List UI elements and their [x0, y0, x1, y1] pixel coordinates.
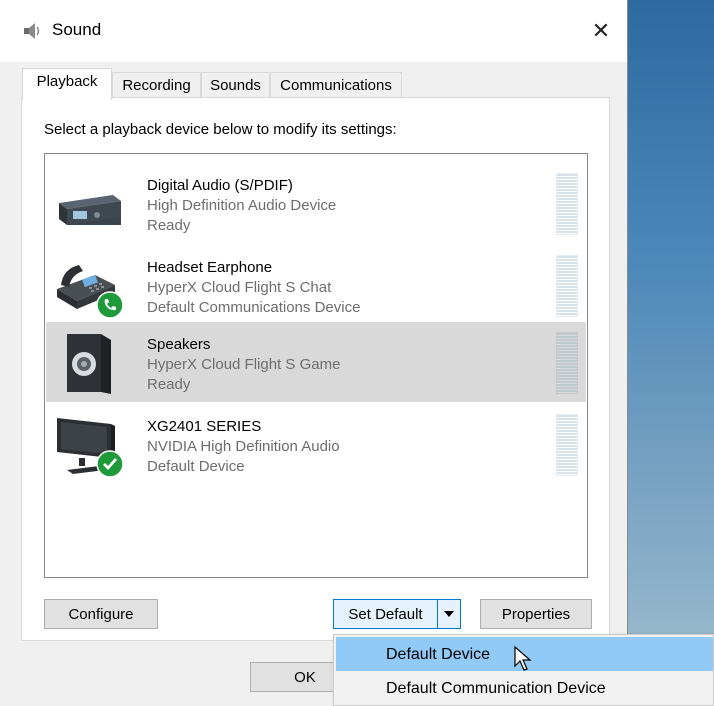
- caret-down-icon: [444, 611, 454, 617]
- menu-item-label: Default Device: [386, 646, 491, 663]
- tab-sounds[interactable]: Sounds: [201, 72, 270, 99]
- close-icon: ✕: [591, 18, 611, 43]
- list-item-headset-earphone[interactable]: Headset Earphone HyperX Cloud Flight S C…: [46, 245, 586, 325]
- phone-badge-icon: [96, 291, 124, 319]
- device-description: HyperX Cloud Flight S Chat: [147, 279, 332, 296]
- device-description: HyperX Cloud Flight S Game: [147, 356, 341, 373]
- device-name: Speakers: [147, 336, 211, 353]
- list-item-speakers[interactable]: Speakers HyperX Cloud Flight S Game Read…: [46, 322, 586, 402]
- instructions-text: Select a playback device below to modify…: [44, 121, 397, 138]
- mouse-pointer-icon: [514, 646, 532, 671]
- title-bar: Sound ✕: [0, 0, 627, 62]
- device-status: Ready: [147, 376, 191, 393]
- set-default-label: Set Default: [348, 605, 423, 623]
- set-default-split-button[interactable]: Set Default: [333, 599, 461, 629]
- volume-level-meter: [556, 414, 578, 476]
- speaker-icon: [67, 334, 111, 394]
- device-list[interactable]: Digital Audio (S/PDIF) High Definition A…: [44, 153, 588, 578]
- configure-button[interactable]: Configure: [44, 599, 158, 629]
- properties-button-label: Properties: [501, 605, 571, 623]
- device-status: Ready: [147, 217, 191, 234]
- set-default-dropdown-arrow[interactable]: [438, 600, 460, 628]
- device-status: Default Device: [147, 458, 245, 475]
- device-name: XG2401 SERIES: [147, 418, 262, 435]
- window-title: Sound: [52, 20, 102, 39]
- tab-recording[interactable]: Recording: [112, 72, 201, 99]
- tab-label: Recording: [122, 77, 191, 94]
- volume-level-meter: [556, 255, 578, 317]
- configure-button-label: Configure: [68, 605, 134, 623]
- desktop-background: [628, 0, 714, 706]
- sound-dialog: Sound ✕ Playback Recording Sounds Commun…: [0, 0, 628, 706]
- tab-label: Sounds: [210, 77, 261, 94]
- device-name: Headset Earphone: [147, 259, 273, 276]
- tab-playback[interactable]: Playback: [22, 68, 112, 100]
- list-item-xg2401[interactable]: XG2401 SERIES NVIDIA High Definition Aud…: [46, 404, 586, 484]
- checkmark-badge-icon: [96, 450, 124, 478]
- device-description: High Definition Audio Device: [147, 197, 337, 214]
- tab-communications[interactable]: Communications: [270, 72, 402, 99]
- menu-item-default-communication-device[interactable]: Default Communication Device: [336, 671, 713, 705]
- volume-level-meter: [556, 173, 578, 235]
- tab-label: Communications: [280, 77, 392, 94]
- ok-button-label: OK: [294, 668, 316, 686]
- menu-item-label: Default Communication Device: [386, 680, 606, 697]
- set-default-button[interactable]: Set Default: [334, 600, 438, 628]
- digital-audio-receiver-icon: [59, 195, 121, 225]
- volume-level-meter: [556, 332, 578, 394]
- playback-panel: Select a playback device below to modify…: [21, 97, 610, 641]
- device-status: Default Communications Device: [147, 299, 361, 316]
- device-description: NVIDIA High Definition Audio: [147, 438, 340, 455]
- list-item-digital-audio[interactable]: Digital Audio (S/PDIF) High Definition A…: [46, 163, 586, 243]
- tab-label: Playback: [36, 73, 98, 90]
- properties-button[interactable]: Properties: [480, 599, 592, 629]
- device-name: Digital Audio (S/PDIF): [147, 177, 293, 194]
- close-button[interactable]: ✕: [584, 14, 618, 48]
- speaker-title-icon: [24, 23, 40, 39]
